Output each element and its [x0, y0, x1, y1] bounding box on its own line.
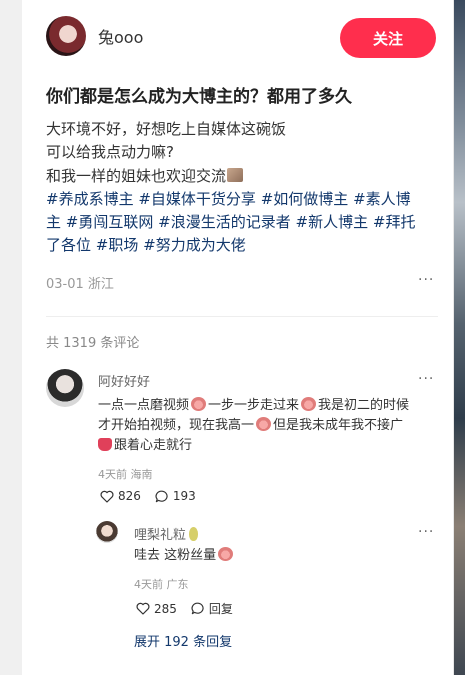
comment-text: 一点一点磨视频 一步一步走过来 我是初二的时候 才开始拍视频，现在我高一 但是我未成年… [98, 396, 409, 456]
commenter-avatar[interactable] [46, 369, 84, 407]
replier-avatar[interactable] [96, 521, 118, 543]
comment-text-part: 我是初二的时候 [318, 398, 410, 413]
pear-emoji-icon [189, 527, 199, 541]
note-title: 你们都是怎么成为大博主的？都用了多久 [46, 87, 352, 107]
tag-link[interactable]: #拜托 [373, 213, 416, 231]
reply-text-part: 哇去 这粉丝量 [134, 548, 217, 563]
pig-emoji-icon [191, 397, 207, 411]
reply-meta: 4天前 广东 [134, 578, 189, 591]
tag-link[interactable]: #如何做博主 [261, 190, 349, 208]
tag-line: 主 #勇闯互联网 #浪漫生活的记录者 #新人博主 #拜托 [46, 211, 438, 234]
comment-line: 跟着心走就行 [98, 436, 409, 456]
comment-text-part: 但是我未成年我不接广 [273, 418, 404, 433]
expand-replies-link[interactable]: 展开 192 条回复 [134, 631, 232, 650]
reply-count-button[interactable]: 193 [155, 489, 196, 503]
comment-text-part: 才开始拍视频，现在我高一 [98, 418, 255, 433]
speech-bubble-icon [155, 490, 168, 502]
tag-link[interactable]: 主 [46, 213, 61, 231]
like-button[interactable]: 826 [100, 489, 141, 503]
like-button[interactable]: 285 [136, 602, 177, 616]
tag-link[interactable]: #浪漫生活的记录者 [158, 213, 291, 231]
tag-link[interactable]: #勇闯互联网 [66, 213, 154, 231]
author-info[interactable]: 兔ooo [46, 16, 143, 56]
follow-button[interactable]: 关注 [340, 18, 436, 58]
comment-text-part: 一点一点磨视频 [98, 398, 190, 413]
reply-text: 哇去 这粉丝量 [134, 546, 235, 566]
reply-label: 回复 [208, 602, 233, 616]
replier-name-text: 哩梨礼粒 [134, 528, 187, 543]
note-date-location: 03-01 浙江 [46, 277, 114, 292]
tag-line: 了各位 #职场 #努力成为大佬 [46, 234, 438, 257]
comment-text-part: 一步一步走过来 [208, 398, 300, 413]
reply-button[interactable]: 回复 [191, 600, 233, 617]
comment-text-part: 跟着心走就行 [114, 438, 193, 453]
note-body-line: 大环境不好，好想吃上自媒体这碗饭 [46, 120, 287, 138]
pig-emoji-icon [301, 397, 317, 411]
tag-link[interactable]: #养成系博主 [46, 190, 134, 208]
reply-actions: 285 回复 [136, 600, 247, 617]
speech-bubble-icon [191, 602, 204, 615]
heart-outline-icon [100, 490, 114, 503]
photo-emoji-icon [227, 167, 244, 182]
more-dots-icon[interactable]: ··· [418, 371, 434, 387]
author-avatar[interactable] [46, 16, 86, 56]
note-body-line: 和我一样的姐妹也欢迎交流 [46, 165, 438, 188]
pig-emoji-icon [218, 547, 234, 561]
tag-link[interactable]: #职场 [96, 236, 139, 254]
comment-actions: 826 193 [100, 489, 210, 503]
tag-link[interactable]: #自媒体干货分享 [138, 190, 256, 208]
bag-emoji-icon [98, 438, 112, 451]
more-dots-icon[interactable]: ··· [418, 272, 434, 288]
heart-outline-icon [136, 602, 150, 615]
note-detail-panel: 兔ooo 关注 你们都是怎么成为大博主的？都用了多久 大环境不好，好想吃上自媒体… [22, 0, 454, 675]
commenter-name[interactable]: 阿好好好 [98, 371, 150, 390]
comment-line: 才开始拍视频，现在我高一 但是我未成年我不接广 [98, 416, 409, 436]
background-feed-strip [454, 0, 465, 675]
tag-link[interactable]: #新人博主 [296, 213, 369, 231]
tag-link[interactable]: #努力成为大佬 [143, 236, 246, 254]
comment-meta: 4天前 海南 [98, 468, 153, 481]
pig-emoji-icon [256, 417, 272, 431]
author-name[interactable]: 兔ooo [98, 24, 143, 48]
replier-name[interactable]: 哩梨礼粒 [134, 524, 199, 543]
like-count: 285 [154, 601, 177, 616]
tag-link[interactable]: #素人博 [353, 190, 411, 208]
note-body: 大环境不好，好想吃上自媒体这碗饭 可以给我点动力嘛? 和我一样的姐妹也欢迎交流 … [46, 118, 438, 258]
tag-line: #养成系博主 #自媒体干货分享 #如何做博主 #素人博 [46, 188, 438, 211]
tag-link[interactable]: 了各位 [46, 236, 91, 254]
divider [46, 316, 438, 317]
reply-count: 193 [172, 489, 196, 503]
like-count: 826 [118, 489, 141, 503]
more-dots-icon[interactable]: ··· [418, 524, 434, 540]
comment-count: 共 1319 条评论 [46, 336, 140, 351]
comment-line: 一点一点磨视频 一步一步走过来 我是初二的时候 [98, 396, 409, 416]
note-body-line: 可以给我点动力嘛? [46, 143, 174, 162]
note-body-text: 和我一样的姐妹也欢迎交流 [46, 166, 227, 185]
